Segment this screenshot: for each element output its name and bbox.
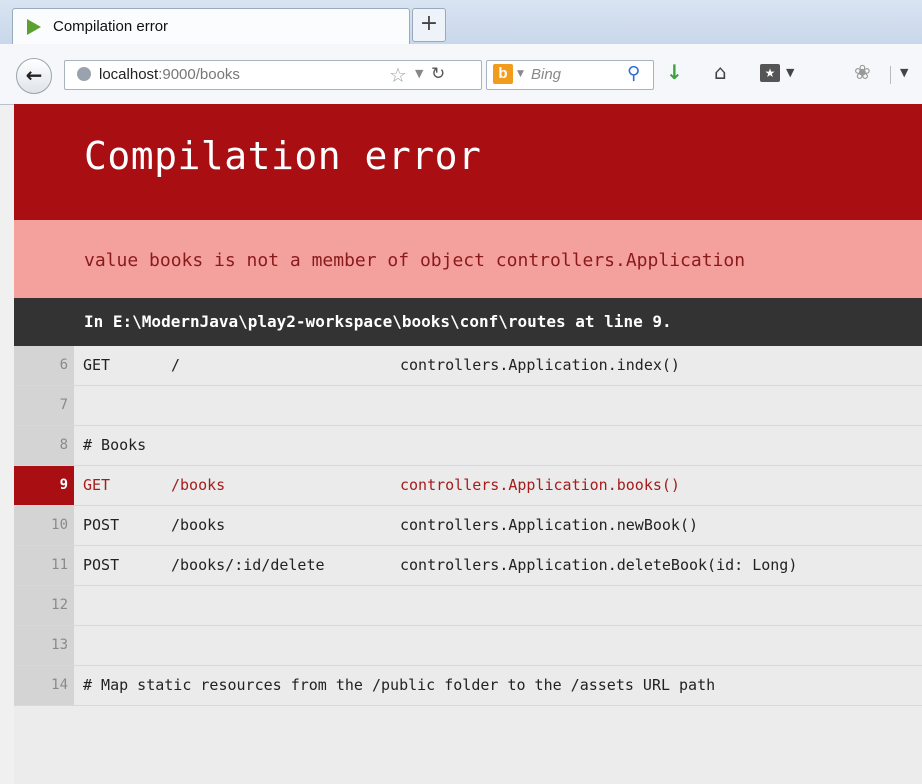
page-content: Compilation error value books is not a m… xyxy=(14,104,922,784)
download-icon[interactable]: ↓ xyxy=(666,60,683,84)
error-header: Compilation error xyxy=(14,104,922,220)
line-number: 7 xyxy=(14,386,74,425)
url-bar[interactable]: localhost:9000/books ☆ ▼ ↻ xyxy=(64,60,482,90)
line-number: 9 xyxy=(14,466,74,505)
play-framework-icon xyxy=(27,19,41,35)
line-number: 11 xyxy=(14,546,74,585)
tab-title: Compilation error xyxy=(53,18,169,35)
tab-strip: Compilation error + xyxy=(0,0,922,45)
line-number: 6 xyxy=(14,346,74,385)
bookmark-star-icon[interactable]: ☆ xyxy=(389,63,407,87)
home-icon[interactable]: ⌂ xyxy=(714,60,727,84)
url-path: :9000/books xyxy=(158,66,240,83)
back-button[interactable]: ← xyxy=(16,58,52,94)
addon-icon[interactable]: ❀ xyxy=(854,60,871,84)
error-location: In E:\ModernJava\play2-workspace\books\c… xyxy=(84,312,672,331)
line-comment: # Map static resources from the /public … xyxy=(83,676,716,694)
route-path: / xyxy=(171,356,181,374)
toolbar-separator xyxy=(890,66,891,84)
code-line: 6 GET / controllers.Application.index() xyxy=(14,346,922,386)
line-number: 12 xyxy=(14,586,74,625)
search-engine-dropdown-icon[interactable]: ▼ xyxy=(517,69,524,79)
source-code-listing: 6 GET / controllers.Application.index() 7 8 # … xyxy=(14,346,922,706)
navigation-toolbar: ← localhost:9000/books ☆ ▼ ↻ b ▼ Bing ⚲ … xyxy=(0,44,922,105)
search-icon[interactable]: ⚲ xyxy=(627,63,640,84)
code-line: 11 POST/books/:id/delete controllers.Appli… xyxy=(14,546,922,586)
url-text: localhost:9000/books xyxy=(99,66,240,83)
route-method: GET xyxy=(83,476,111,494)
site-identity-icon[interactable] xyxy=(77,67,91,81)
route-action: controllers.Application.deleteBook(id: L… xyxy=(400,556,798,574)
tab-compilation-error[interactable]: Compilation error xyxy=(12,8,410,45)
bookmarks-dropdown-icon[interactable]: ▼ xyxy=(786,66,794,79)
route-path: /books xyxy=(171,476,226,494)
line-comment: # Books xyxy=(83,436,147,454)
code-line: 10 POST/books controllers.Application.newB… xyxy=(14,506,922,546)
reload-icon[interactable]: ↻ xyxy=(431,64,445,84)
route-method: GET xyxy=(83,356,111,374)
code-line: 13 xyxy=(14,626,922,666)
bookmarks-icon[interactable]: ★ xyxy=(760,64,780,82)
error-message-banner: value books is not a member of object co… xyxy=(14,220,922,298)
error-location-bar: In E:\ModernJava\play2-workspace\books\c… xyxy=(14,298,922,346)
line-number: 8 xyxy=(14,426,74,465)
url-host: localhost xyxy=(99,66,159,83)
error-title: Compilation error xyxy=(84,134,482,178)
code-line: 7 xyxy=(14,386,922,426)
code-line-error: 9 GET/books controllers.Application.books(… xyxy=(14,466,922,506)
route-action: controllers.Application.newBook() xyxy=(400,516,699,534)
route-path: /books xyxy=(171,516,226,534)
code-line: 12 xyxy=(14,586,922,626)
browser-window: Compilation error + ← localhost:9000/boo… xyxy=(0,0,922,784)
line-number: 10 xyxy=(14,506,74,545)
route-method: POST xyxy=(83,556,120,574)
code-line: 8 # Books xyxy=(14,426,922,466)
bing-engine-icon[interactable]: b xyxy=(493,64,513,84)
error-message: value books is not a member of object co… xyxy=(84,250,746,271)
search-bar[interactable]: b ▼ Bing ⚲ xyxy=(486,60,654,90)
route-path: /books/:id/delete xyxy=(171,556,325,574)
history-dropdown-icon[interactable]: ▼ xyxy=(415,67,423,80)
route-action: controllers.Application.index() xyxy=(400,356,680,374)
menu-dropdown-icon[interactable]: ▼ xyxy=(900,66,908,79)
line-number: 13 xyxy=(14,626,74,665)
search-input[interactable]: Bing xyxy=(531,66,561,83)
route-method: POST xyxy=(83,516,120,534)
line-number: 14 xyxy=(14,666,74,705)
route-action: controllers.Application.books() xyxy=(400,476,680,494)
code-line: 14 # Map static resources from the /publi… xyxy=(14,666,922,706)
new-tab-button[interactable]: + xyxy=(412,8,446,42)
